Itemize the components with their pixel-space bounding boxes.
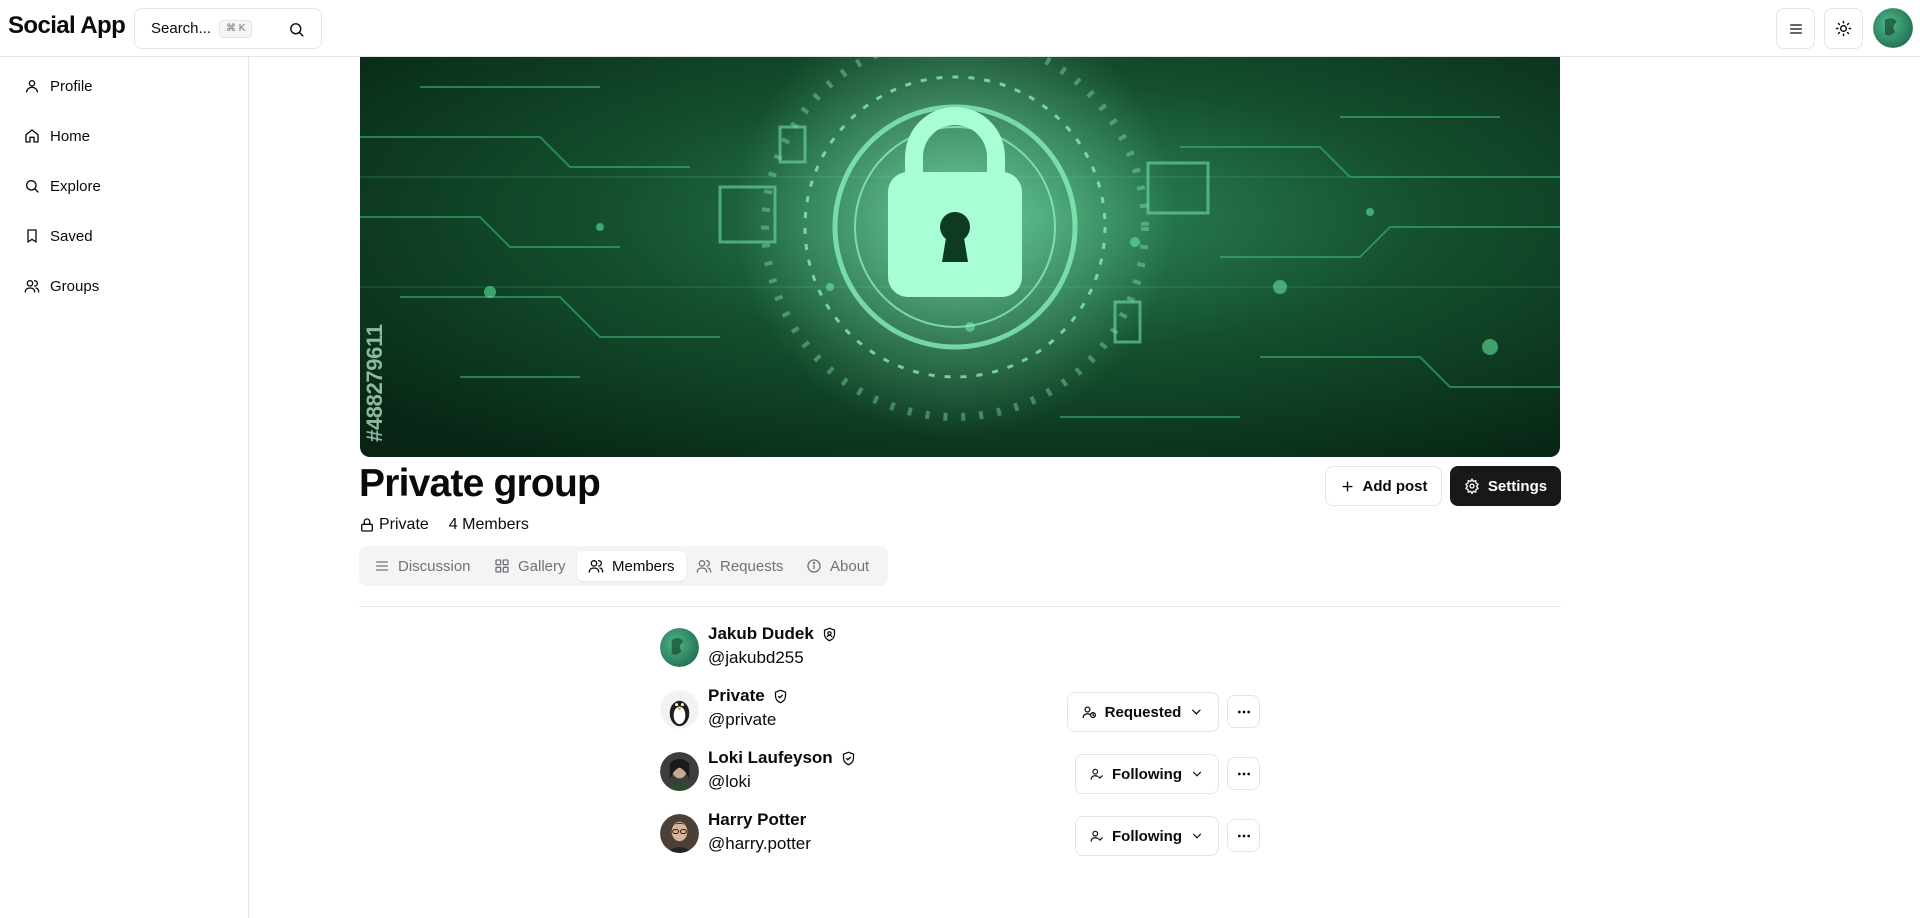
info-icon (807, 559, 821, 573)
sidebar-item-groups[interactable]: Groups (24, 271, 99, 301)
search-icon (26, 180, 39, 193)
users-icon (588, 560, 604, 573)
search-shortcut: ⌘ K (219, 19, 253, 38)
grid-icon (495, 559, 509, 573)
avatar[interactable] (660, 628, 699, 667)
member-name[interactable]: Jakub Dudek (708, 624, 837, 644)
member-handle: @loki (708, 772, 751, 791)
member-handle: @jakubd255 (708, 648, 804, 667)
user-avatar[interactable] (1873, 8, 1913, 48)
menu-icon (1789, 23, 1802, 34)
menu-button[interactable] (1776, 8, 1815, 49)
requested-dropdown-button[interactable]: Requested (1067, 692, 1219, 732)
bookmark-icon (27, 229, 37, 243)
group-banner-image: #488279611 (360, 57, 1560, 457)
following-dropdown-button[interactable]: Following (1075, 816, 1219, 856)
following-dropdown-button[interactable]: Following (1075, 754, 1219, 794)
plus-icon (1341, 480, 1353, 492)
gear-icon (1464, 478, 1479, 494)
tab-about[interactable]: About (795, 551, 880, 581)
chevron-down-icon (1192, 833, 1202, 839)
more-horizontal-icon (1237, 834, 1250, 837)
home-icon (25, 129, 39, 143)
sidebar-item-profile[interactable]: Profile (24, 71, 93, 101)
users-icon (696, 560, 712, 573)
user-clock-icon (1082, 706, 1097, 719)
privacy-label: Private (379, 516, 429, 533)
sun-icon (1835, 20, 1852, 37)
add-post-label: Add post (1362, 477, 1428, 495)
more-horizontal-icon (1237, 710, 1250, 713)
member-name-text: Private (708, 686, 765, 705)
tab-label: Requests (720, 557, 784, 575)
member-name[interactable]: Loki Laufeyson (708, 748, 856, 768)
sidebar-item-saved[interactable]: Saved (24, 221, 93, 251)
theme-toggle-button[interactable] (1824, 8, 1863, 49)
list-item: Private @private Requested (660, 680, 1260, 736)
user-check-icon (1090, 830, 1103, 842)
member-handle: @harry.potter (708, 834, 811, 853)
more-options-button[interactable] (1227, 757, 1260, 790)
banner-watermark: #488279611 (362, 324, 387, 442)
sidebar-item-label: Saved (50, 227, 93, 245)
divider (359, 606, 1561, 607)
sidebar-item-label: Groups (50, 277, 100, 295)
sidebar-item-label: Profile (50, 77, 93, 95)
top-header: Social App Search... ⌘ K (0, 0, 1920, 57)
member-name-text: Jakub Dudek (708, 624, 814, 643)
avatar[interactable] (660, 814, 699, 853)
user-check-icon (1090, 768, 1103, 780)
members-count[interactable]: 4 Members (449, 516, 529, 534)
chevron-down-icon (1192, 709, 1201, 715)
page-title: Private group (359, 462, 601, 505)
search-icon (290, 23, 304, 37)
tab-label: Members (612, 557, 675, 575)
more-options-button[interactable] (1227, 695, 1260, 728)
shield-user-icon (823, 627, 835, 641)
member-handle: @private (708, 710, 777, 729)
avatar[interactable] (660, 690, 699, 729)
shield-check-icon (842, 751, 854, 765)
settings-button[interactable]: Settings (1450, 466, 1561, 506)
tab-discussion[interactable]: Discussion (363, 551, 482, 581)
tab-label: Gallery (518, 557, 566, 575)
lock-icon (361, 518, 373, 532)
tab-label: About (830, 557, 870, 575)
sidebar: Profile Home Explore Saved Groups (0, 57, 249, 918)
tab-members[interactable]: Members (577, 551, 686, 581)
sidebar-item-label: Explore (50, 177, 101, 195)
list-icon (376, 561, 388, 571)
add-post-button[interactable]: Add post (1325, 466, 1442, 506)
tab-requests[interactable]: Requests (685, 551, 794, 581)
group-meta: Private 4 Members (359, 516, 529, 534)
app-logo[interactable]: Social App (8, 12, 126, 40)
tab-gallery[interactable]: Gallery (483, 551, 577, 581)
sidebar-item-label: Home (50, 127, 91, 145)
member-name-text: Harry Potter (708, 810, 807, 829)
sidebar-item-explore[interactable]: Explore (24, 171, 101, 201)
requested-label: Requested (1104, 703, 1182, 721)
list-item: Loki Laufeyson @loki Following (660, 742, 1260, 798)
group-tabs: Discussion Gallery Members Requests Abou… (359, 546, 888, 586)
following-label: Following (1112, 765, 1182, 783)
member-name[interactable]: Private (708, 686, 788, 706)
shield-check-icon (774, 689, 786, 703)
tab-label: Discussion (398, 557, 471, 575)
user-icon (26, 80, 38, 93)
more-options-button[interactable] (1227, 819, 1260, 852)
settings-label: Settings (1487, 477, 1548, 495)
search-input[interactable]: Search... ⌘ K (134, 8, 322, 49)
member-name-text: Loki Laufeyson (708, 748, 833, 767)
avatar[interactable] (660, 752, 699, 791)
more-horizontal-icon (1237, 772, 1250, 775)
sidebar-item-home[interactable]: Home (24, 121, 90, 151)
following-label: Following (1112, 827, 1182, 845)
list-item: Jakub Dudek @jakubd255 (660, 618, 1260, 674)
chevron-down-icon (1192, 771, 1202, 777)
search-placeholder: Search... (151, 20, 212, 37)
list-item: Harry Potter @harry.potter Following (660, 804, 1260, 860)
users-icon (24, 280, 40, 293)
member-name[interactable]: Harry Potter (708, 810, 806, 830)
